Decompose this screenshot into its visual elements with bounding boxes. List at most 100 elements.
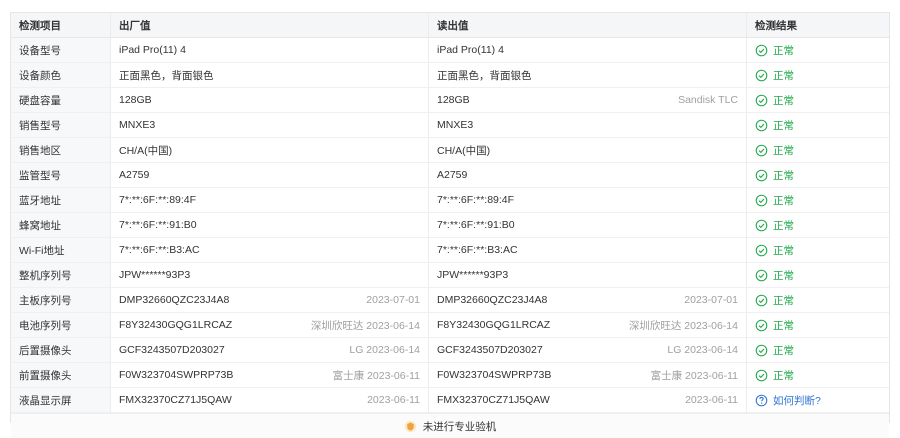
factory-cell: JPW******93P3 bbox=[111, 263, 429, 287]
result-cell: 如何判断? bbox=[747, 388, 889, 412]
result-cell: 正常 bbox=[747, 38, 889, 62]
footer-text: 未进行专业验机 bbox=[422, 420, 497, 433]
read-value: GCF3243507D203027 bbox=[437, 344, 543, 356]
result-cell: 正常 bbox=[747, 363, 889, 387]
status-normal: 正常 bbox=[755, 318, 794, 333]
factory-value: A2759 bbox=[119, 169, 150, 181]
item-label: 后置摄像头 bbox=[11, 338, 111, 362]
result-cell: 正常 bbox=[747, 88, 889, 112]
read-value: 7*:**:6F:**:91:B0 bbox=[437, 219, 515, 231]
read-value: 7*:**:6F:**:B3:AC bbox=[437, 244, 518, 256]
factory-meta: LG 2023-06-14 bbox=[349, 344, 420, 356]
item-label: 主板序列号 bbox=[11, 288, 111, 312]
read-cell: 7*:**:6F:**:91:B0 bbox=[429, 213, 747, 237]
table-row: 硬盘容量 128GB 128GB Sandisk TLC 正常 bbox=[11, 88, 889, 113]
result-text: 如何判断? bbox=[773, 394, 821, 407]
read-meta: Sandisk TLC bbox=[678, 94, 738, 106]
check-circle-icon bbox=[755, 44, 768, 56]
result-cell: 正常 bbox=[747, 163, 889, 187]
result-text: 正常 bbox=[773, 169, 794, 182]
factory-cell: iPad Pro(11) 4 bbox=[111, 38, 429, 62]
status-normal: 正常 bbox=[755, 268, 794, 283]
read-cell: DMP32660QZC23J4A8 2023-07-01 bbox=[429, 288, 747, 312]
status-normal: 正常 bbox=[755, 143, 794, 158]
check-circle-icon bbox=[755, 69, 768, 81]
item-label: 硬盘容量 bbox=[11, 88, 111, 112]
result-text: 正常 bbox=[773, 269, 794, 282]
factory-value: 正面黑色，背面银色 bbox=[119, 69, 214, 82]
result-text: 正常 bbox=[773, 319, 794, 332]
read-cell: 7*:**:6F:**:B3:AC bbox=[429, 238, 747, 262]
result-text: 正常 bbox=[773, 244, 794, 257]
read-value: MNXE3 bbox=[437, 119, 474, 131]
status-normal: 正常 bbox=[755, 218, 794, 233]
factory-value: 128GB bbox=[119, 94, 152, 106]
factory-cell: F8Y32430GQG1LRCAZ 深圳欣旺达 2023-06-14 bbox=[111, 313, 429, 337]
table-row: 液晶显示屏 FMX32370CZ71J5QAW 2023-06-11 FMX32370… bbox=[11, 388, 889, 413]
table-row: 电池序列号 F8Y32430GQG1LRCAZ 深圳欣旺达 2023-06-14 F8… bbox=[11, 313, 889, 338]
item-label: 蓝牙地址 bbox=[11, 188, 111, 212]
read-value: 7*:**:6F:**:89:4F bbox=[437, 194, 515, 206]
item-label: 整机序列号 bbox=[11, 263, 111, 287]
inspection-table: 检测项目 出厂值 读出值 检测结果 设备型号 iPad Pro(11) 4 iPad… bbox=[10, 12, 890, 438]
table-row: 销售型号 MNXE3 MNXE3 正常 bbox=[11, 113, 889, 138]
status-normal: 正常 bbox=[755, 68, 794, 83]
status-normal: 正常 bbox=[755, 43, 794, 58]
table-row: 整机序列号 JPW******93P3 JPW******93P3 正常 bbox=[11, 263, 889, 288]
factory-value: DMP32660QZC23J4A8 bbox=[119, 294, 230, 306]
read-cell: MNXE3 bbox=[429, 113, 747, 137]
status-normal: 正常 bbox=[755, 293, 794, 308]
read-value: F0W323704SWPRP73B bbox=[437, 369, 552, 381]
item-label: 销售型号 bbox=[11, 113, 111, 137]
read-cell: iPad Pro(11) 4 bbox=[429, 38, 747, 62]
table-row: Wi-Fi地址 7*:**:6F:**:B3:AC 7*:**:6F:**:B3:A… bbox=[11, 238, 889, 263]
read-meta: 2023-07-01 bbox=[684, 294, 738, 306]
check-circle-icon bbox=[755, 119, 768, 131]
item-label: 蜂窝地址 bbox=[11, 213, 111, 237]
item-label: Wi-Fi地址 bbox=[11, 238, 111, 262]
table-row: 销售地区 CH/A(中国) CH/A(中国) 正常 bbox=[11, 138, 889, 163]
result-text: 正常 bbox=[773, 344, 794, 357]
read-meta: 富士康 2023-06-11 bbox=[650, 369, 738, 382]
result-text: 正常 bbox=[773, 94, 794, 107]
result-text: 正常 bbox=[773, 119, 794, 132]
check-circle-icon bbox=[755, 144, 768, 156]
factory-cell: FMX32370CZ71J5QAW 2023-06-11 bbox=[111, 388, 429, 412]
header-result: 检测结果 bbox=[755, 19, 797, 32]
read-value: iPad Pro(11) 4 bbox=[437, 44, 504, 56]
read-value: 128GB bbox=[437, 94, 470, 106]
check-circle-icon bbox=[755, 94, 768, 106]
status-normal: 正常 bbox=[755, 93, 794, 108]
result-cell: 正常 bbox=[747, 188, 889, 212]
result-text: 正常 bbox=[773, 44, 794, 57]
table-row: 后置摄像头 GCF3243507D203027 LG 2023-06-14 GCF32… bbox=[11, 338, 889, 363]
factory-cell: 7*:**:6F:**:89:4F bbox=[111, 188, 429, 212]
factory-value: 7*:**:6F:**:89:4F bbox=[119, 194, 197, 206]
read-cell: F8Y32430GQG1LRCAZ 深圳欣旺达 2023-06-14 bbox=[429, 313, 747, 337]
result-cell: 正常 bbox=[747, 288, 889, 312]
read-value: JPW******93P3 bbox=[437, 269, 509, 281]
factory-value: CH/A(中国) bbox=[119, 144, 173, 157]
factory-cell: A2759 bbox=[111, 163, 429, 187]
table-row: 主板序列号 DMP32660QZC23J4A8 2023-07-01 DMP32660… bbox=[11, 288, 889, 313]
header-read: 读出值 bbox=[429, 13, 747, 37]
read-value: DMP32660QZC23J4A8 bbox=[437, 294, 548, 306]
result-cell: 正常 bbox=[747, 113, 889, 137]
result-cell: 正常 bbox=[747, 313, 889, 337]
read-value: FMX32370CZ71J5QAW bbox=[437, 394, 550, 406]
table-header: 检测项目 出厂值 读出值 检测结果 bbox=[11, 13, 889, 38]
header-item: 检测项目 bbox=[11, 13, 111, 37]
table-row: 监管型号 A2759 A2759 正常 bbox=[11, 163, 889, 188]
result-cell: 正常 bbox=[747, 238, 889, 262]
status-normal: 正常 bbox=[755, 243, 794, 258]
status-normal: 正常 bbox=[755, 193, 794, 208]
read-cell: 正面黑色，背面银色 bbox=[429, 63, 747, 87]
factory-value: MNXE3 bbox=[119, 119, 156, 131]
how-to-judge-link[interactable]: 如何判断? bbox=[755, 393, 821, 408]
question-circle-icon bbox=[755, 394, 768, 406]
item-label: 设备型号 bbox=[11, 38, 111, 62]
item-label: 设备颜色 bbox=[11, 63, 111, 87]
read-value: F8Y32430GQG1LRCAZ bbox=[437, 319, 551, 331]
factory-cell: 128GB bbox=[111, 88, 429, 112]
read-value: A2759 bbox=[437, 169, 468, 181]
